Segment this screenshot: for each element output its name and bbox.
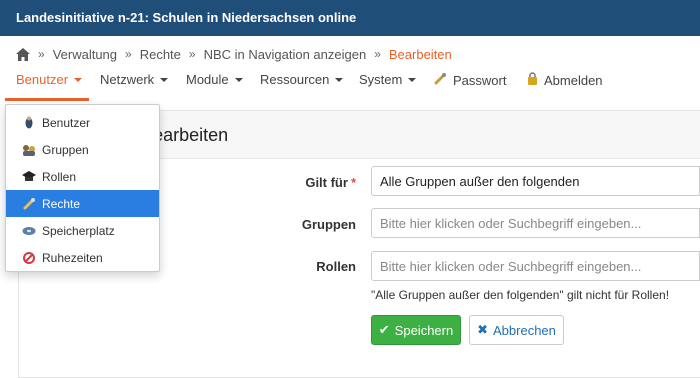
menu-item-label: Rollen [42, 169, 77, 184]
menu-item-label: Benutzer [42, 115, 91, 130]
breadcrumb-nbc[interactable]: NBC in Navigation anzeigen [204, 47, 367, 62]
menu-item-label: Speicherplatz [42, 223, 115, 238]
nav-netzwerk-label: Netzwerk [100, 72, 155, 87]
disk-icon [22, 224, 36, 238]
active-nav-indicator [5, 98, 89, 101]
menu-item-speicherplatz[interactable]: Speicherplatz [6, 217, 159, 244]
breadcrumb-current: Bearbeiten [388, 46, 452, 62]
gruppen-label: Gruppen [301, 217, 356, 232]
menu-item-rollen[interactable]: Rollen [6, 163, 159, 190]
group-icon [22, 143, 36, 157]
check-icon: ✔ [378, 322, 390, 337]
menu-item-label: Gruppen [42, 142, 89, 157]
cancel-button-label: Abbrechen [493, 322, 556, 338]
nav-system-label: System [359, 72, 403, 87]
nav-benutzer[interactable]: Benutzer [16, 72, 83, 87]
caret-down-icon [160, 77, 169, 82]
rollen-input[interactable]: Bitte hier klicken oder Suchbegriff eing… [371, 251, 700, 281]
menu-item-benutzer[interactable]: Benutzer [6, 109, 159, 136]
app-title: Landesinitiative n-21: Schulen in Nieder… [16, 10, 357, 25]
rollen-hint: "Alle Gruppen außer den folgenden" gilt … [371, 288, 670, 302]
breadcrumb-separator: » [38, 47, 45, 61]
nav-ressourcen-label: Ressourcen [260, 72, 330, 87]
required-marker: * [350, 175, 356, 190]
nav-passwort[interactable]: Passwort [434, 72, 506, 88]
caret-down-icon [74, 77, 83, 82]
nav-netzwerk[interactable]: Netzwerk [100, 72, 169, 87]
gilt-fuer-select[interactable]: Alle Gruppen außer den folgenden [371, 166, 700, 196]
caret-down-icon [335, 77, 344, 82]
user-icon [22, 116, 36, 130]
breadcrumb-separator: » [374, 47, 381, 61]
breadcrumb-separator: » [188, 47, 196, 61]
nav-system[interactable]: System [359, 72, 417, 87]
nav-ressourcen[interactable]: Ressourcen [260, 72, 344, 87]
menu-item-ruhezeiten[interactable]: Ruhezeiten [6, 244, 159, 271]
close-icon: ✖ [477, 322, 488, 337]
main-nav: Benutzer Netzwerk Module Ressourcen Syst… [0, 66, 700, 98]
breadcrumb-separator: » [125, 47, 132, 61]
breadcrumb-verwaltung[interactable]: Verwaltung [53, 47, 117, 62]
save-button[interactable]: ✔ Speichern [371, 315, 461, 345]
key-icon [434, 72, 447, 88]
nav-abmelden-label: Abmelden [544, 72, 603, 88]
caret-down-icon [234, 77, 243, 82]
nav-passwort-label: Passwort [453, 72, 507, 88]
breadcrumb: » Verwaltung » Rechte » NBC in Navigatio… [16, 45, 452, 63]
save-button-label: Speichern [394, 322, 454, 338]
home-icon[interactable] [16, 47, 30, 61]
cancel-button[interactable]: ✖ Abbrechen [469, 315, 564, 345]
rollen-label: Rollen [316, 259, 356, 274]
menu-item-label: Ruhezeiten [42, 250, 103, 265]
nav-benutzer-label: Benutzer [16, 72, 69, 87]
key-icon [22, 197, 36, 211]
caret-down-icon [408, 77, 417, 82]
gilt-fuer-label-text: Gilt für [305, 175, 348, 190]
lock-icon [527, 72, 538, 88]
menu-item-rechte[interactable]: Rechte [6, 190, 159, 217]
breadcrumb-rechte[interactable]: Rechte [140, 47, 181, 62]
gruppen-input[interactable]: Bitte hier klicken oder Suchbegriff eing… [371, 208, 700, 238]
gilt-fuer-label: Gilt für * [236, 175, 356, 190]
menu-item-label: Rechte [42, 196, 81, 211]
benutzer-dropdown-menu: Benutzer Gruppen Rollen Rechte Speicherp… [5, 104, 160, 272]
menu-item-gruppen[interactable]: Gruppen [6, 136, 159, 163]
nav-abmelden[interactable]: Abmelden [527, 72, 603, 88]
nav-module-label: Module [186, 72, 229, 87]
nav-module[interactable]: Module [186, 72, 243, 87]
graduation-cap-icon [22, 170, 36, 184]
no-entry-icon [22, 251, 36, 265]
app-header: Landesinitiative n-21: Schulen in Nieder… [0, 0, 700, 36]
